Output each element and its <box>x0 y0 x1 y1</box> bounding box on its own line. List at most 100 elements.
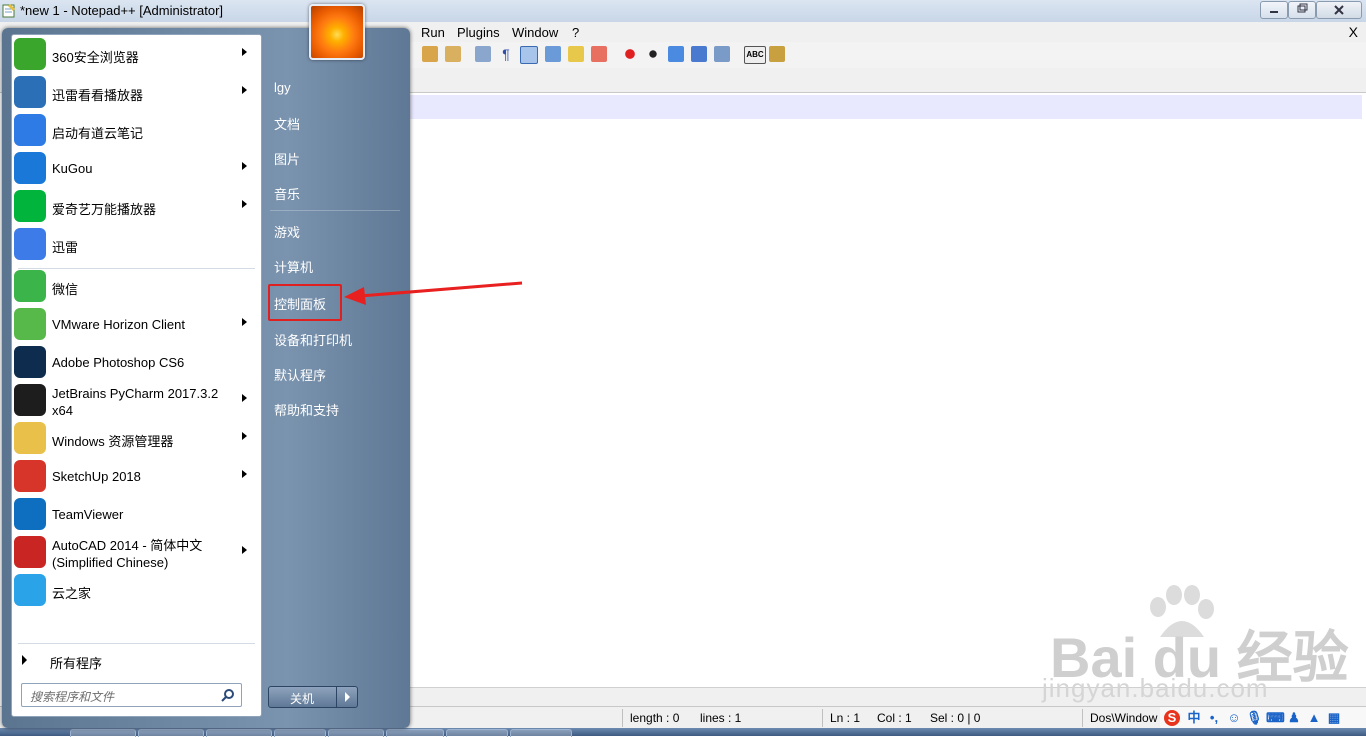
ime-keyboard-icon[interactable]: ⌨ <box>1266 710 1285 726</box>
start-item-games[interactable]: 游戏 <box>274 222 300 241</box>
status-selection: Sel : 0 | 0 <box>930 711 981 725</box>
program-item[interactable]: 迅雷看看播放器 <box>12 73 261 111</box>
program-item[interactable]: 爱奇艺万能播放器 <box>12 187 261 225</box>
doc-map-icon[interactable] <box>545 46 561 62</box>
youdao-note-icon <box>14 114 46 146</box>
play-macro-icon[interactable] <box>668 46 684 62</box>
program-item[interactable]: Windows 资源管理器 <box>12 419 261 457</box>
search-icon <box>221 689 234 702</box>
ime-language-indicator[interactable]: 中 <box>1186 710 1202 726</box>
start-item-user[interactable]: lgy <box>274 80 291 95</box>
status-lines: lines : 1 <box>700 711 742 725</box>
current-line-highlight <box>410 95 1362 119</box>
indent-guide-icon[interactable] <box>520 46 538 64</box>
program-label: 微信 <box>52 282 79 297</box>
program-label: Windows 资源管理器 <box>52 434 174 449</box>
sync-horizontal-icon[interactable] <box>445 46 461 62</box>
spell-check-icon[interactable]: ABC <box>744 46 766 64</box>
taskbar <box>0 728 1366 736</box>
submenu-arrow-icon <box>242 432 247 440</box>
status-divider <box>822 709 823 727</box>
submenu-arrow-icon <box>242 394 247 402</box>
divider <box>270 210 400 211</box>
all-programs-button[interactable]: 所有程序 <box>12 647 261 673</box>
explorer-icon <box>14 422 46 454</box>
arrow-right-icon <box>22 655 27 665</box>
program-label: JetBrains PyCharm 2017.3.2 x64 <box>52 386 219 418</box>
search-input[interactable]: 搜索程序和文件 <box>21 683 242 707</box>
window-title: *new 1 - Notepad++ [Administrator] <box>20 3 224 18</box>
submenu-arrow-icon <box>242 318 247 326</box>
ime-emoji-icon[interactable]: ☺ <box>1226 710 1242 726</box>
restore-button[interactable] <box>1288 1 1316 19</box>
iqiyi-icon <box>14 190 46 222</box>
status-eol-format: Dos\Window <box>1090 711 1158 725</box>
program-label: SketchUp 2018 <box>52 469 141 484</box>
program-item[interactable]: TeamViewer <box>12 495 261 533</box>
menu-help[interactable]: ? <box>572 25 579 40</box>
stop-macro-icon[interactable] <box>645 46 661 62</box>
yunzhijia-icon <box>14 574 46 606</box>
menu-run[interactable]: Run <box>421 25 445 40</box>
record-macro-icon[interactable] <box>622 46 638 62</box>
program-item[interactable]: 启动有道云笔记 <box>12 111 261 149</box>
close-button[interactable] <box>1316 1 1362 19</box>
start-item-devices-printers[interactable]: 设备和打印机 <box>274 330 352 349</box>
program-label: TeamViewer <box>52 507 124 522</box>
ime-punctuation-icon[interactable]: •, <box>1206 710 1222 726</box>
program-item[interactable]: KuGou <box>12 149 261 187</box>
submenu-arrow-icon <box>242 162 247 170</box>
start-item-default-programs[interactable]: 默认程序 <box>274 365 326 384</box>
close-document-button[interactable]: X <box>1349 24 1358 40</box>
program-item[interactable]: 云之家 <box>12 571 261 609</box>
shutdown-button[interactable]: 关机 <box>268 686 342 708</box>
run-macro-multiple-icon[interactable] <box>691 46 707 62</box>
baidu-jingyan-watermark: Bai du 经验 jingyan.baidu.com <box>1040 585 1360 705</box>
menu-plugins[interactable]: Plugins <box>457 25 500 40</box>
program-label: 启动有道云笔记 <box>52 126 144 141</box>
program-item[interactable]: AutoCAD 2014 - 简体中文 (Simplified Chinese) <box>12 533 261 571</box>
program-item[interactable]: JetBrains PyCharm 2017.3.2 x64 <box>12 381 261 419</box>
ime-voice-icon[interactable]: 🎙 <box>1246 710 1263 726</box>
annotation-arrow <box>344 281 523 305</box>
submenu-arrow-icon <box>242 86 247 94</box>
program-item[interactable]: VMware Horizon Client <box>12 305 261 343</box>
status-length: length : 0 <box>630 711 680 725</box>
pycharm-icon <box>14 384 46 416</box>
teamviewer-icon <box>14 498 46 530</box>
restore-icon <box>1297 3 1308 13</box>
sync-vertical-icon[interactable] <box>422 46 438 62</box>
status-divider <box>622 709 623 727</box>
submenu-arrow-icon <box>242 470 247 478</box>
browser-360-icon <box>14 38 46 70</box>
show-all-chars-icon[interactable]: ¶ <box>498 46 514 62</box>
kugou-icon <box>14 152 46 184</box>
program-item[interactable]: 360安全浏览器 <box>12 35 261 73</box>
program-item[interactable]: 迅雷 <box>12 225 261 263</box>
ime-skin-icon[interactable]: ▲ <box>1306 710 1322 726</box>
start-item-documents[interactable]: 文档 <box>274 114 300 133</box>
sogou-logo-icon[interactable]: S <box>1164 710 1180 726</box>
program-item[interactable]: SketchUp 2018 <box>12 457 261 495</box>
save-macro-icon[interactable] <box>714 46 730 62</box>
start-item-computer[interactable]: 计算机 <box>274 257 313 276</box>
ime-user-icon[interactable]: ♟ <box>1286 710 1302 726</box>
word-wrap-icon[interactable] <box>475 46 491 62</box>
start-item-pictures[interactable]: 图片 <box>274 149 300 168</box>
status-divider <box>1082 709 1083 727</box>
start-item-help-support[interactable]: 帮助和支持 <box>274 400 339 419</box>
menu-window[interactable]: Window <box>512 25 558 40</box>
program-label: 云之家 <box>52 586 92 601</box>
user-avatar[interactable] <box>309 4 365 60</box>
function-list-icon[interactable] <box>568 46 584 62</box>
shutdown-options-button[interactable] <box>336 686 358 708</box>
wechat-icon <box>14 270 46 302</box>
status-column: Col : 1 <box>877 711 912 725</box>
folder-workspace-icon[interactable] <box>591 46 607 62</box>
program-item[interactable]: 微信 <box>12 267 261 305</box>
start-item-music[interactable]: 音乐 <box>274 184 300 203</box>
plugin-tool-icon[interactable] <box>769 46 785 62</box>
ime-toolbox-icon[interactable]: ▦ <box>1326 710 1342 726</box>
program-item[interactable]: Adobe Photoshop CS6 <box>12 343 261 381</box>
minimize-button[interactable] <box>1260 1 1288 19</box>
